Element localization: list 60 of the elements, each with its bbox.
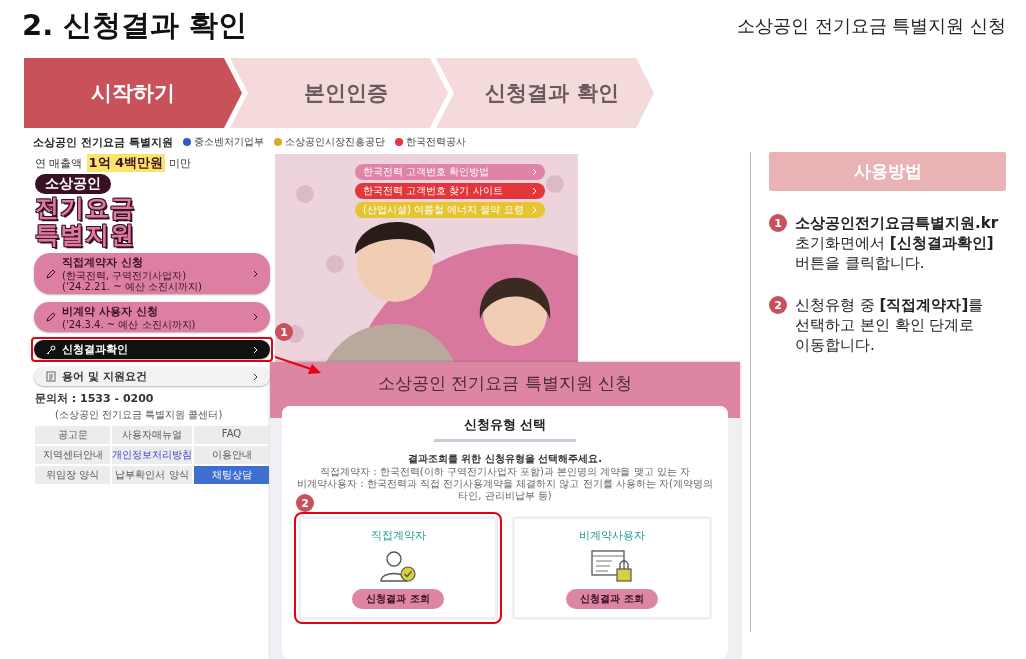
pointer-arrow bbox=[275, 356, 321, 374]
footer-link[interactable]: 사용자매뉴얼 bbox=[112, 426, 192, 444]
sales-label: 연 매출액 bbox=[35, 155, 83, 171]
step-badge: 2 bbox=[769, 296, 787, 314]
locked-window-icon bbox=[590, 548, 634, 583]
menu-button[interactable]: 용어 및 지원요건 bbox=[34, 367, 270, 386]
menu-button[interactable]: 신청결과확인 bbox=[34, 340, 270, 359]
footer-link[interactable]: 개인정보처리방침 bbox=[112, 446, 192, 464]
page-subtitle: 소상공인 전기요금 특별지원 신청 bbox=[736, 14, 1006, 38]
progress-step: 시작하기 bbox=[24, 58, 242, 128]
page-title: 2. 신청결과 확인 bbox=[22, 7, 248, 44]
instruction-text: 결과조회를 위한 신청유형을 선택해주세요. bbox=[407, 452, 603, 466]
pencil-icon bbox=[46, 268, 56, 279]
lookup-button[interactable]: 신청결과 조회 bbox=[352, 588, 444, 609]
footer-link[interactable]: 공고문 bbox=[35, 426, 110, 444]
agency-logo: 한국전력공사 bbox=[394, 135, 466, 149]
guide-title: 사용방법 bbox=[769, 152, 1006, 191]
footer-link[interactable]: 위임장 양식 bbox=[35, 466, 110, 484]
step-badge: 1 bbox=[769, 214, 787, 232]
chevron-right-icon bbox=[253, 372, 258, 381]
user-check-icon bbox=[378, 548, 418, 583]
chevron-right-icon bbox=[531, 187, 537, 195]
sales-label: 미만 bbox=[169, 155, 192, 171]
menu-button[interactable]: 비계약 사용자 신청 ('24.3.4. ~ 예산 소진시까지) bbox=[34, 302, 270, 332]
progress-step: 본인인증 bbox=[230, 58, 448, 128]
notice-link[interactable]: 한국전력 고객번호 찾기 사이트 bbox=[355, 183, 545, 199]
definition-text: 직접계약자 : 한국전력(이하 구역전기사업자 포함)과 본인명의 계약을 맺고 있는 자 bbox=[320, 466, 690, 478]
option-title: 직접계약자 bbox=[370, 527, 426, 543]
section-heading: 신청유형 선택 bbox=[433, 414, 577, 442]
hero-title: 전기요금 bbox=[35, 196, 136, 221]
chevron-right-icon bbox=[253, 345, 258, 354]
document-icon bbox=[46, 371, 56, 382]
agency-logo: 중소벤처기업부 bbox=[182, 135, 264, 149]
footer-link[interactable]: 이용안내 bbox=[194, 446, 269, 464]
footer-link[interactable]: 지역센터안내 bbox=[35, 446, 110, 464]
hero-tag: 소상공인 bbox=[35, 174, 111, 194]
hero-title: 특별지원 bbox=[35, 223, 136, 248]
progress-step: 신청결과 확인 bbox=[436, 58, 654, 128]
option-title: 비계약사용자 bbox=[579, 527, 645, 543]
contact-note: (소상공인 전기요금 특별지원 콜센터) bbox=[54, 408, 224, 422]
contact-phone: 문의처 : 1533 - 0200 bbox=[35, 391, 155, 406]
chevron-right-icon bbox=[531, 206, 537, 214]
guide-text: 소상공인전기요금특별지원.kr 초기화면에서 [신청결과확인] 버튼을 클릭합니다. bbox=[795, 213, 1000, 273]
sales-highlight: 1억 4백만원 bbox=[86, 154, 166, 172]
step-badge: 2 bbox=[296, 494, 314, 512]
chevron-right-icon bbox=[253, 269, 258, 278]
chevron-right-icon bbox=[253, 313, 258, 321]
site-brand: 소상공인 전기요금 특별지원 bbox=[33, 134, 173, 150]
pencil-icon bbox=[46, 312, 56, 322]
guide-text: 신청유형 중 [직접계약자]를 선택하고 본인 확인 단계로 이동합니다. bbox=[795, 295, 985, 355]
key-icon bbox=[46, 344, 56, 355]
footer-link[interactable]: 납부확인서 양식 bbox=[112, 466, 192, 484]
menu-button[interactable]: 직접계약자 신청 (한국전력, 구역전기사업자) ('24.2.21. ~ 예산 소진시까지) bbox=[34, 253, 270, 294]
chevron-right-icon bbox=[531, 168, 537, 176]
footer-link[interactable]: 채팅상담 bbox=[194, 466, 269, 484]
option-card[interactable]: 직접계약자 신청결과 조회 bbox=[298, 516, 498, 620]
option-card[interactable]: 비계약사용자 신청결과 조회 bbox=[512, 516, 712, 620]
lookup-button[interactable]: 신청결과 조회 bbox=[566, 588, 658, 609]
agency-logo: 소상공인시장진흥공단 bbox=[273, 135, 385, 149]
footer-link[interactable]: FAQ bbox=[194, 426, 269, 444]
